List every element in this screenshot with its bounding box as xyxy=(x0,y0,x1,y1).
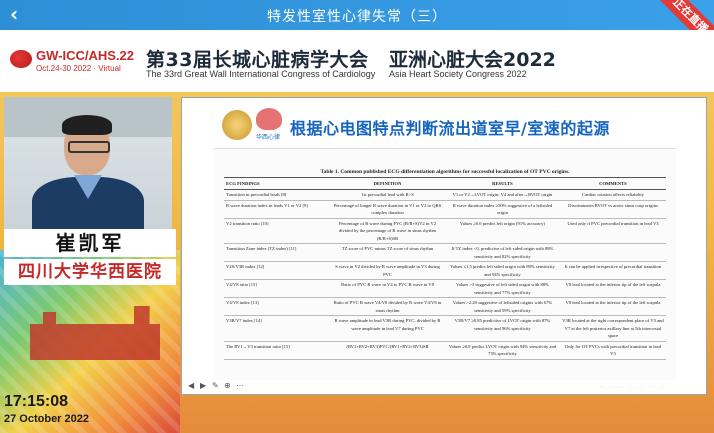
zoom-icon[interactable]: ⊕ xyxy=(224,382,232,390)
table-cell: Values ≥0.9 predict LVOT origin with 94%… xyxy=(444,341,560,360)
clock-date: 27 October 2022 xyxy=(4,413,89,425)
table-cell: Values ≤1.5 predict left sided origin wi… xyxy=(444,261,560,280)
pen-icon[interactable]: ✎ xyxy=(212,382,220,390)
ahs-title-cn: 亚洲心脏大会2022 xyxy=(389,49,556,71)
table-cell: Ratio of PVC R wave V4/V8 divided by R w… xyxy=(330,297,445,316)
table-cell: Used only if PVC precordial transition i… xyxy=(559,218,666,244)
table-cell: R wave amplitude in lead V3R during PVC,… xyxy=(330,315,445,342)
presentation-slide: 华西心律 根据心电图特点判断流出道室早/室速的起源 Table 1. Commo… xyxy=(181,97,707,395)
table-row: V4/V8 index [13] Ratio of PVC R wave V4/V… xyxy=(224,297,666,316)
table-cell: 1st precordial lead with R>S xyxy=(330,189,445,201)
table-cell: Transition Zone index (TZ index) [11] xyxy=(224,243,331,262)
table-cell: V3R located at the right correspondent p… xyxy=(559,315,666,342)
hospital-seal-icon xyxy=(222,110,252,140)
table-header: ECG FINDINGS xyxy=(224,177,331,190)
table-cell: V2S/V3R index [12] xyxy=(224,261,331,280)
top-bar: ‹ 特发性室性心律失常（三） 正在直播 xyxy=(0,0,714,58)
speaker-video xyxy=(4,97,172,229)
table-cell: Cardiac rotation affects reliability xyxy=(559,189,666,201)
speaker-hair xyxy=(62,115,112,135)
ahs-title-en: Asia Heart Society Congress 2022 xyxy=(389,69,527,79)
table-header: DEFINITION xyxy=(330,177,445,190)
paper-excerpt: Table 1. Common published ECG differenti… xyxy=(214,148,676,393)
table-cell: Only for OT PVCs with precordial transit… xyxy=(559,341,666,360)
next-slide-icon[interactable]: ▶ xyxy=(200,382,208,390)
table-cell: Discriminates RVOT vs aortic sinus cusp … xyxy=(559,200,666,219)
page-title: 特发性室性心律失常（三） xyxy=(267,9,447,25)
heart-logo-text: 华西心律 xyxy=(256,134,281,141)
table-cell: Transition in precordial leads [8] xyxy=(224,189,331,201)
table-cell: The RV1→V3 transition ratio [15] xyxy=(224,341,331,360)
table-cell: Values >2.28 suggestive of leftsided ori… xyxy=(444,297,560,316)
table-cell: V3R/V7 ≥0.85 predictive of LVOT origin w… xyxy=(444,315,560,342)
congress-logo-name: GW-ICC/AHS.22 xyxy=(36,48,134,63)
table-header-row: ECG FINDINGS DEFINITION RESULTS COMMENTS xyxy=(224,177,666,190)
more-icon[interactable]: ⋯ xyxy=(236,382,244,390)
table-cell: Ratio of PVC R wave in V4 to PVC R wave … xyxy=(330,279,445,298)
table-cell: (RV1+RV2+RV3)PVC/(RV1+RV2+RV3)SR xyxy=(330,341,445,360)
table-cell: S wave in V2 divided by R wave amplitude… xyxy=(330,261,445,280)
congress-title-en: The 33rd Great Wall International Congre… xyxy=(146,69,376,79)
table-row: The RV1→V3 transition ratio [15] (RV1+RV2… xyxy=(224,341,666,360)
table-cell: V3R/V7 index [14] xyxy=(224,315,331,342)
table-cell: V2 transition ratio [10] xyxy=(224,218,331,244)
table-row: V2S/V3R index [12] S wave in V2 divided b… xyxy=(224,261,666,280)
speaker-name-plate: 崔凯军 xyxy=(4,229,176,257)
slide-title: 根据心电图特点判断流出道室早/室速的起源 xyxy=(290,119,610,138)
congress-dates: Oct.24-30 2022 · Virtual xyxy=(36,64,121,73)
table-header: RESULTS xyxy=(444,177,560,190)
clock-time: 17:15:08 xyxy=(4,393,69,410)
congress-title-cn: 第33届长城心脏病学大会 xyxy=(146,49,369,71)
table-cell xyxy=(559,243,666,262)
table-row: Transition in precordial leads [8] 1st pr… xyxy=(224,189,666,201)
speaker-name: 崔凯军 xyxy=(55,231,125,255)
slide-toolbar: ◀ ▶ ✎ ⊕ ⋯ xyxy=(182,380,706,394)
table-header: COMMENTS xyxy=(559,177,666,190)
table-cell: V8 lead located at the inferior tip of t… xyxy=(559,279,666,298)
prev-slide-icon[interactable]: ◀ xyxy=(188,382,196,390)
table-row: V4/V8 ratio [13] Ratio of PVC R wave in V… xyxy=(224,279,666,298)
table-cell: R wave duration index in leads V1 or V2 … xyxy=(224,200,331,219)
table-cell: Values ≥0.6 predict left origin (91% acc… xyxy=(444,218,560,244)
speaker-hospital-plate: 四川大学华西医院 xyxy=(4,259,176,285)
table-cell: Values >3 suggestive of left sided origi… xyxy=(444,279,560,298)
table-cell: V1 or V2→LVOT origin; V4 and after→RVOT … xyxy=(444,189,560,201)
table-row: V3R/V7 index [14] R wave amplitude in lea… xyxy=(224,315,666,342)
table-cell: If TZ index <0, predictive of left sided… xyxy=(444,243,560,262)
table-row: Transition Zone index (TZ index) [11] TZ … xyxy=(224,243,666,262)
table-cell: TZ score of PVC minus TZ score of sinus … xyxy=(330,243,445,262)
table-cell: V4/V8 ratio [13] xyxy=(224,279,331,298)
ecg-algorithm-table: ECG FINDINGS DEFINITION RESULTS COMMENTS… xyxy=(224,177,666,360)
table-cell: It can be applied irrespective of precor… xyxy=(559,261,666,280)
table-cell: V8 lead located at the inferior tip of t… xyxy=(559,297,666,316)
heart-logo-icon xyxy=(256,108,282,130)
table-cell: Percentage of R wave during PVC (R/R+S)V… xyxy=(330,218,445,244)
speaker-hospital: 四川大学华西医院 xyxy=(18,262,162,282)
table-row: V2 transition ratio [10] Percentage of R … xyxy=(224,218,666,244)
table-row: R wave duration index in leads V1 or V2 … xyxy=(224,200,666,219)
congress-logo-icon xyxy=(10,50,32,68)
table-caption: Table 1. Common published ECG differenti… xyxy=(320,169,570,175)
table-cell: R wave duration index ≥50% suggestive of… xyxy=(444,200,560,219)
table-cell: Percentage of longer R wave duration in … xyxy=(330,200,445,219)
glasses-icon xyxy=(68,141,110,153)
table-cell: V4/V8 index [13] xyxy=(224,297,331,316)
